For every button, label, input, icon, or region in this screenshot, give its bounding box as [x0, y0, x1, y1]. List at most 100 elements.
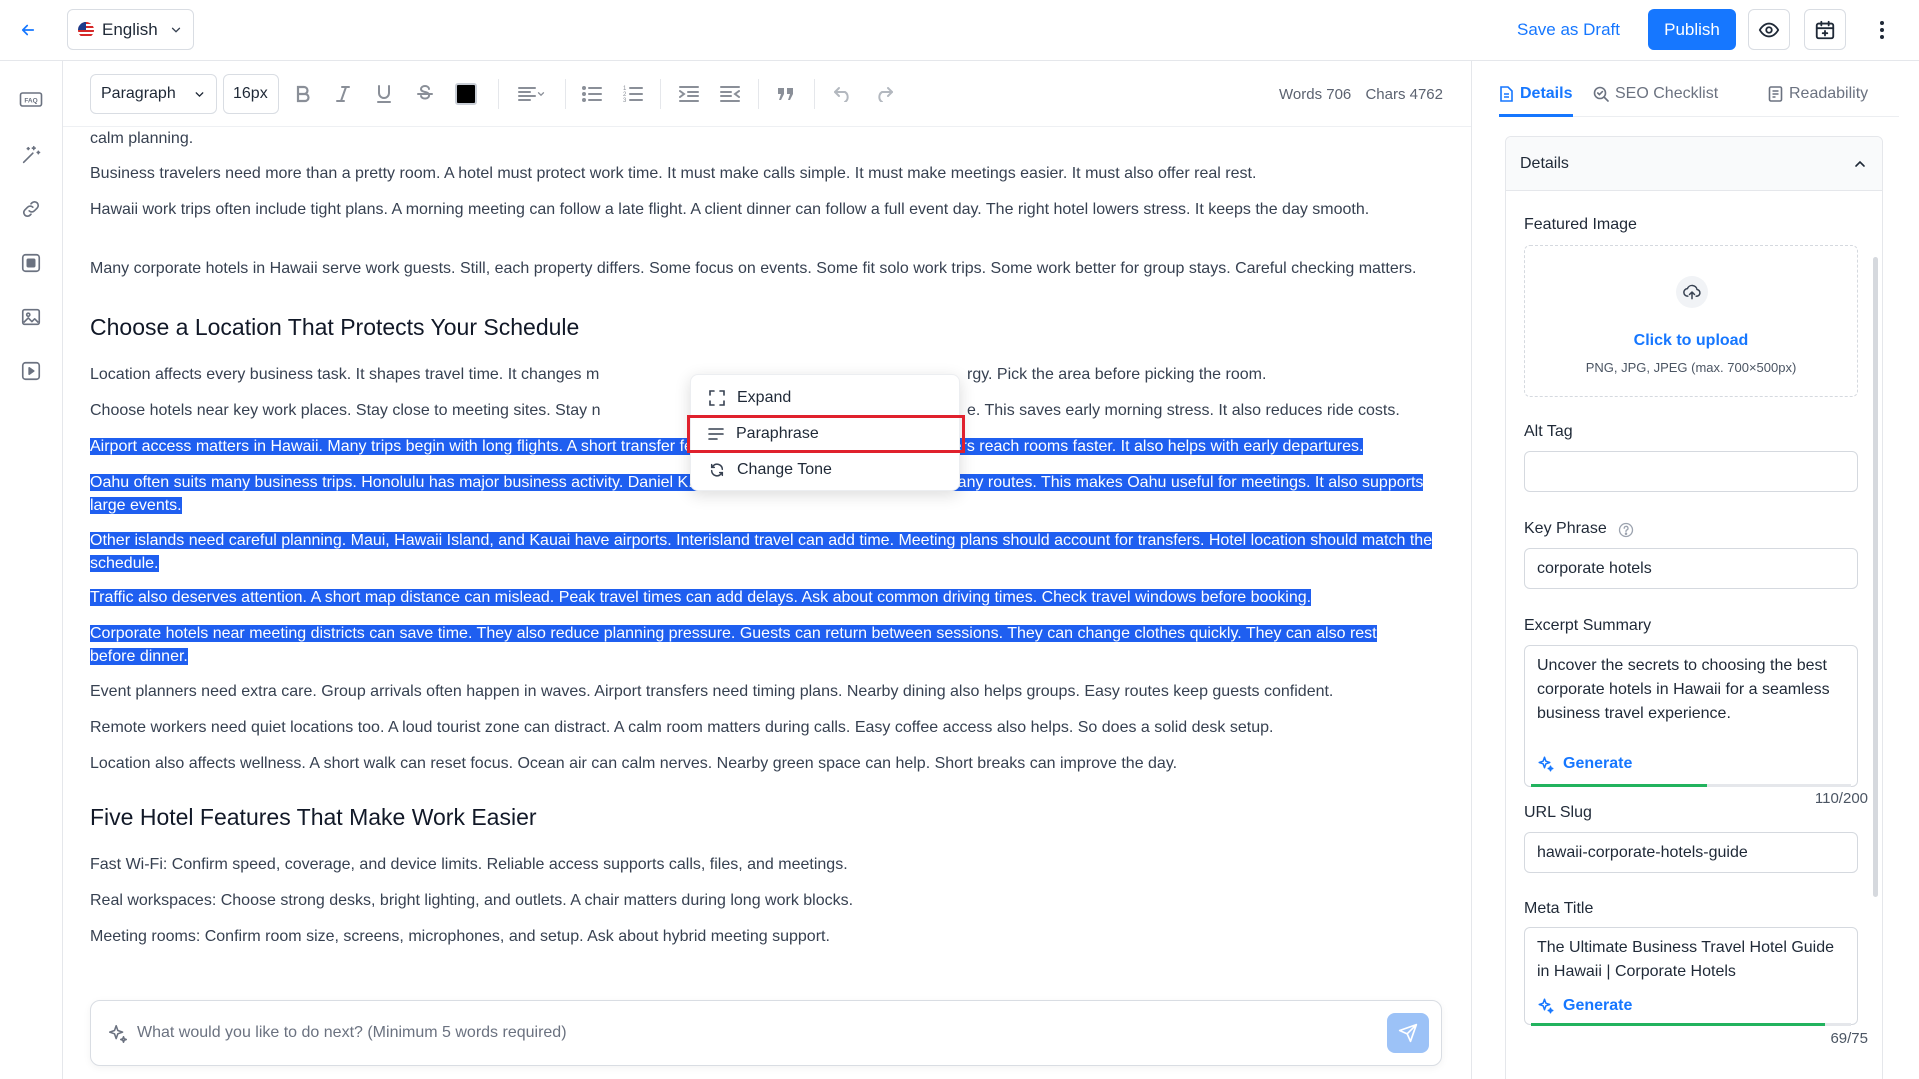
paragraph: Hawaii work trips often include tight pl… [90, 201, 1370, 218]
bullet-list-button[interactable] [576, 78, 608, 110]
send-button[interactable] [1387, 1013, 1429, 1053]
url-slug-input[interactable]: hawaii-corporate-hotels-guide [1524, 832, 1858, 873]
left-tool-rail: FAQ [0, 61, 63, 1079]
tab-readability[interactable]: Readability [1768, 79, 1868, 109]
font-size-label: 16px [233, 85, 268, 102]
font-size-select[interactable]: 16px [223, 74, 279, 114]
undo-icon [834, 87, 849, 102]
redo-icon [878, 87, 893, 102]
schedule-button[interactable] [1804, 9, 1846, 50]
tab-details-label: Details [1520, 85, 1573, 102]
save-as-draft-button[interactable]: Save as Draft [1505, 12, 1632, 48]
expand-label: Expand [737, 389, 792, 406]
selected-text: Traffic also deserves attention. A short… [90, 589, 1312, 606]
paragraph: Fast Wi-Fi: Confirm speed, coverage, and… [90, 856, 848, 873]
numbered-list-button[interactable]: 123 [617, 78, 649, 110]
upload-cloud-icon [1676, 276, 1708, 308]
image-tool-button[interactable] [16, 302, 46, 332]
excerpt-summary-text: Uncover the secrets to choosing the best… [1537, 657, 1830, 722]
more-vertical-icon [1880, 21, 1884, 39]
ai-prompt-bar [90, 1000, 1442, 1066]
more-options-button[interactable] [1866, 12, 1898, 48]
publish-button[interactable]: Publish [1648, 9, 1736, 50]
help-circle-icon[interactable] [1618, 522, 1634, 538]
panel-tabs: Details SEO Checklist Readability [1499, 61, 1899, 117]
paragraph: Event planners need extra care. Group ar… [90, 683, 1334, 700]
faq-tool-button[interactable]: FAQ [16, 85, 46, 115]
block-type-select[interactable]: Paragraph [90, 74, 217, 114]
tab-readability-label: Readability [1789, 85, 1869, 102]
change-tone-menu-item[interactable]: Change Tone [691, 452, 961, 488]
language-select[interactable]: English [67, 9, 194, 50]
paraphrase-menu-item[interactable]: Paraphrase [687, 415, 965, 453]
text-color-button[interactable] [450, 78, 482, 110]
click-to-upload-link[interactable]: Click to upload [1525, 332, 1857, 350]
us-flag-icon [78, 21, 94, 38]
readability-icon [1768, 86, 1783, 102]
image-icon [21, 308, 41, 326]
excerpt-progress-fill [1531, 784, 1707, 787]
bullet-list-icon [582, 86, 602, 102]
outdent-button[interactable] [714, 78, 746, 110]
top-bar: English Save as Draft Publish [0, 0, 1919, 61]
upload-hint: PNG, JPG, JPEG (max. 700×500px) [1585, 360, 1797, 375]
text-color-swatch [455, 83, 477, 105]
indent-button[interactable] [673, 78, 705, 110]
search-check-icon [1593, 86, 1609, 102]
expand-menu-item[interactable]: Expand [691, 380, 961, 416]
meta-title-textarea[interactable]: The Ultimate Business Travel Hotel Guide… [1524, 927, 1858, 1026]
underline-button[interactable] [368, 78, 400, 110]
panel-scrollbar[interactable] [1873, 257, 1878, 897]
block-type-label: Paragraph [101, 85, 176, 102]
toolbar-divider [814, 79, 815, 109]
quote-icon [778, 88, 793, 100]
document-content[interactable]: calm planning. Business travelers need m… [90, 127, 1450, 1047]
details-card-header[interactable]: Details [1506, 137, 1882, 191]
align-select[interactable] [509, 78, 555, 110]
excerpt-progress-bar [1531, 784, 1851, 787]
indent-icon [679, 86, 699, 102]
chevron-down-icon [537, 92, 545, 97]
tab-seo-checklist[interactable]: SEO Checklist [1593, 79, 1718, 109]
ai-magic-tool-button[interactable] [16, 140, 46, 170]
alt-tag-input[interactable] [1524, 451, 1858, 492]
document-icon [1500, 86, 1513, 102]
ai-prompt-input[interactable] [137, 1001, 1337, 1065]
redo-button[interactable] [868, 78, 900, 110]
key-phrase-input[interactable]: corporate hotels [1524, 548, 1858, 589]
meta-title-generate-button[interactable]: Generate [1537, 994, 1632, 1018]
strikethrough-icon [417, 85, 433, 100]
strikethrough-button[interactable] [409, 78, 441, 110]
undo-button[interactable] [827, 78, 859, 110]
selected-text: Corporate hotels near meeting districts … [90, 625, 1377, 665]
excerpt-summary-textarea[interactable]: Uncover the secrets to choosing the best… [1524, 645, 1858, 787]
formatting-toolbar: Paragraph 16px 123 Words 706 Chars 4762 [63, 61, 1471, 127]
video-play-icon [21, 361, 41, 381]
details-card: Details Featured Image Click to upload P… [1505, 136, 1883, 1079]
tab-details[interactable]: Details [1499, 79, 1572, 109]
chevron-down-icon [171, 27, 181, 33]
back-button[interactable] [12, 14, 44, 46]
toolbar-divider [565, 79, 566, 109]
selected-text: Other islands need careful planning. Mau… [90, 532, 1433, 572]
toolbar-divider [758, 79, 759, 109]
featured-image-upload[interactable]: Click to upload PNG, JPG, JPEG (max. 700… [1524, 245, 1858, 397]
paragraph-continued: rgy. Pick the area before picking the ro… [967, 366, 1267, 383]
video-tool-button[interactable] [16, 356, 46, 386]
excerpt-generate-button[interactable]: Generate [1537, 752, 1632, 776]
toolbar-divider [660, 79, 661, 109]
link-tool-button[interactable] [16, 194, 46, 224]
bold-button[interactable] [287, 78, 319, 110]
italic-button[interactable] [327, 78, 359, 110]
preview-button[interactable] [1748, 9, 1790, 50]
featured-image-label: Featured Image [1524, 216, 1637, 233]
block-tool-button[interactable] [16, 248, 46, 278]
blockquote-button[interactable] [770, 78, 802, 110]
toolbar-divider [498, 79, 499, 109]
paragraph: Business travelers need more than a pret… [90, 165, 1257, 182]
paragraph: Many corporate hotels in Hawaii serve wo… [90, 260, 1417, 277]
expand-icon [709, 390, 725, 406]
right-settings-panel: Details SEO Checklist Readability Detail… [1471, 61, 1919, 1079]
underline-icon [377, 85, 391, 103]
key-phrase-label: Key Phrase [1524, 520, 1607, 537]
